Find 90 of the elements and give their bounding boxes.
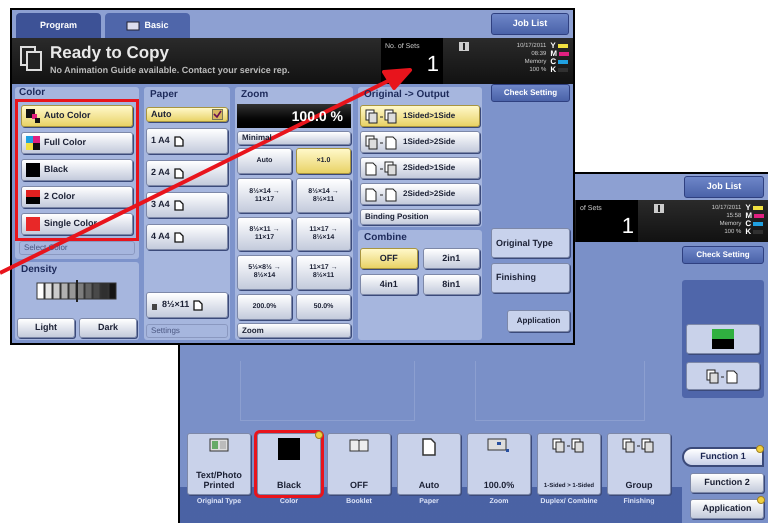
color-quick-button[interactable] [686, 324, 760, 354]
duplex-option[interactable]: 1Sided>1Side [360, 105, 480, 127]
combine-option[interactable]: 2in1 [422, 248, 480, 269]
color-option[interactable]: Full Color [21, 132, 133, 154]
duplex-icon [365, 134, 399, 150]
check-icon [213, 110, 222, 119]
section-title: Combine [363, 232, 408, 244]
bypass-tray-button[interactable]: 8½×11 [146, 292, 228, 318]
paper-icon [174, 232, 184, 242]
paper-tray-button[interactable]: 4 A4 [146, 224, 228, 250]
section-title: Color [18, 87, 46, 99]
toner-letter: Y [550, 42, 556, 50]
color-swatch-icon [26, 109, 40, 123]
section-title: Density [20, 264, 58, 276]
toner-letter: K [550, 66, 556, 74]
copy-icon [20, 46, 42, 72]
toner-letter: M [745, 212, 752, 220]
paper-icon [174, 136, 184, 146]
status-message: No Animation Guide available. Contact your service rep. [50, 64, 290, 77]
section-title: Original -> Output [363, 89, 450, 101]
auto-checkbox[interactable] [212, 109, 223, 120]
duplex-icon [365, 186, 399, 202]
job-list-button[interactable]: Job List [684, 176, 764, 198]
setting-tile[interactable]: OFF [327, 433, 391, 495]
square-swatch-icon [278, 438, 300, 460]
color-swatch-icon [26, 163, 40, 177]
setting-tile[interactable]: Group [607, 433, 671, 495]
toner-letter: C [550, 58, 556, 66]
status-title: Ready to Copy [50, 42, 170, 64]
zoom-menu-button[interactable]: Zoom [237, 323, 351, 338]
toner-letter: M [550, 50, 557, 58]
paper-tray-button[interactable]: 3 A4 [146, 192, 228, 218]
interrupt-icon [654, 204, 664, 213]
density-button[interactable]: Dark [79, 318, 137, 338]
toner-letter: C [745, 220, 752, 228]
color-swatch-icon [26, 190, 40, 204]
paper-icon [422, 438, 436, 456]
paper-icon [174, 168, 184, 178]
paper-icon [193, 300, 204, 310]
color-option[interactable]: Black [21, 159, 133, 181]
copier-icon [126, 20, 140, 30]
minimal-button[interactable]: Minimal [237, 131, 351, 145]
duplex-icon [365, 108, 399, 124]
duplex-option[interactable]: 2Sided>1Side [360, 157, 480, 179]
check-setting-button[interactable]: Check Setting [491, 84, 570, 102]
toner-letter: Y [745, 204, 751, 212]
paper-settings-button[interactable]: Settings [146, 324, 228, 338]
combine-option[interactable]: 8in1 [422, 274, 480, 295]
original-type-button[interactable]: Original Type [491, 228, 570, 258]
setting-tile[interactable]: 100.0% [467, 433, 531, 495]
zoom-screen-icon [487, 438, 511, 454]
sets-count: 1 [622, 214, 634, 236]
setting-tile[interactable]: Text/Photo Printed [187, 433, 251, 495]
binding-position-button[interactable]: Binding Position [360, 209, 480, 225]
open-book-icon [209, 438, 229, 452]
duplex-icon [552, 438, 586, 453]
combine-option[interactable]: 4in1 [360, 274, 418, 295]
section-title: Paper [149, 89, 179, 101]
color-option[interactable]: 2 Color [21, 186, 133, 208]
setting-tile[interactable]: Auto [397, 433, 461, 495]
color-option[interactable]: Auto Color [21, 105, 133, 127]
duplex-option[interactable]: 2Sided>2Side [360, 183, 480, 205]
function-tab[interactable]: Function 2 [690, 473, 764, 493]
finishing-button[interactable]: Finishing [491, 263, 570, 293]
job-list-button[interactable]: Job List [491, 13, 569, 35]
check-setting-button[interactable]: Check Setting [682, 246, 764, 264]
color-swatch-icon [26, 136, 40, 150]
paper-tray-button[interactable]: 1 A4 [146, 128, 228, 154]
combine-option[interactable]: OFF [360, 248, 418, 269]
application-button[interactable]: Application [507, 310, 570, 332]
density-button[interactable]: Light [17, 318, 75, 338]
duplex-icon [706, 368, 740, 384]
duplex-icon [622, 438, 656, 453]
paper-auto-button[interactable]: Auto [146, 107, 228, 122]
interrupt-icon [459, 42, 469, 51]
duplex-quick-button[interactable] [686, 362, 760, 390]
toner-letter: K [745, 228, 752, 236]
setting-tile[interactable]: Black [257, 433, 321, 495]
color-swatch-icon [712, 329, 734, 349]
paper-icon [174, 200, 184, 210]
duplex-icon [365, 160, 399, 176]
function-tab[interactable]: Application [690, 499, 764, 519]
section-title: Zoom [240, 89, 270, 101]
mode-tab[interactable]: Basic [105, 13, 190, 38]
book-icon [349, 438, 369, 452]
mode-tab[interactable]: Program [16, 13, 101, 38]
duplex-option[interactable]: 1Sided>2Side [360, 131, 480, 153]
sets-count: 1 [426, 52, 439, 74]
function-tab[interactable]: Function 1 [682, 447, 764, 467]
color-swatch-icon [26, 217, 40, 231]
